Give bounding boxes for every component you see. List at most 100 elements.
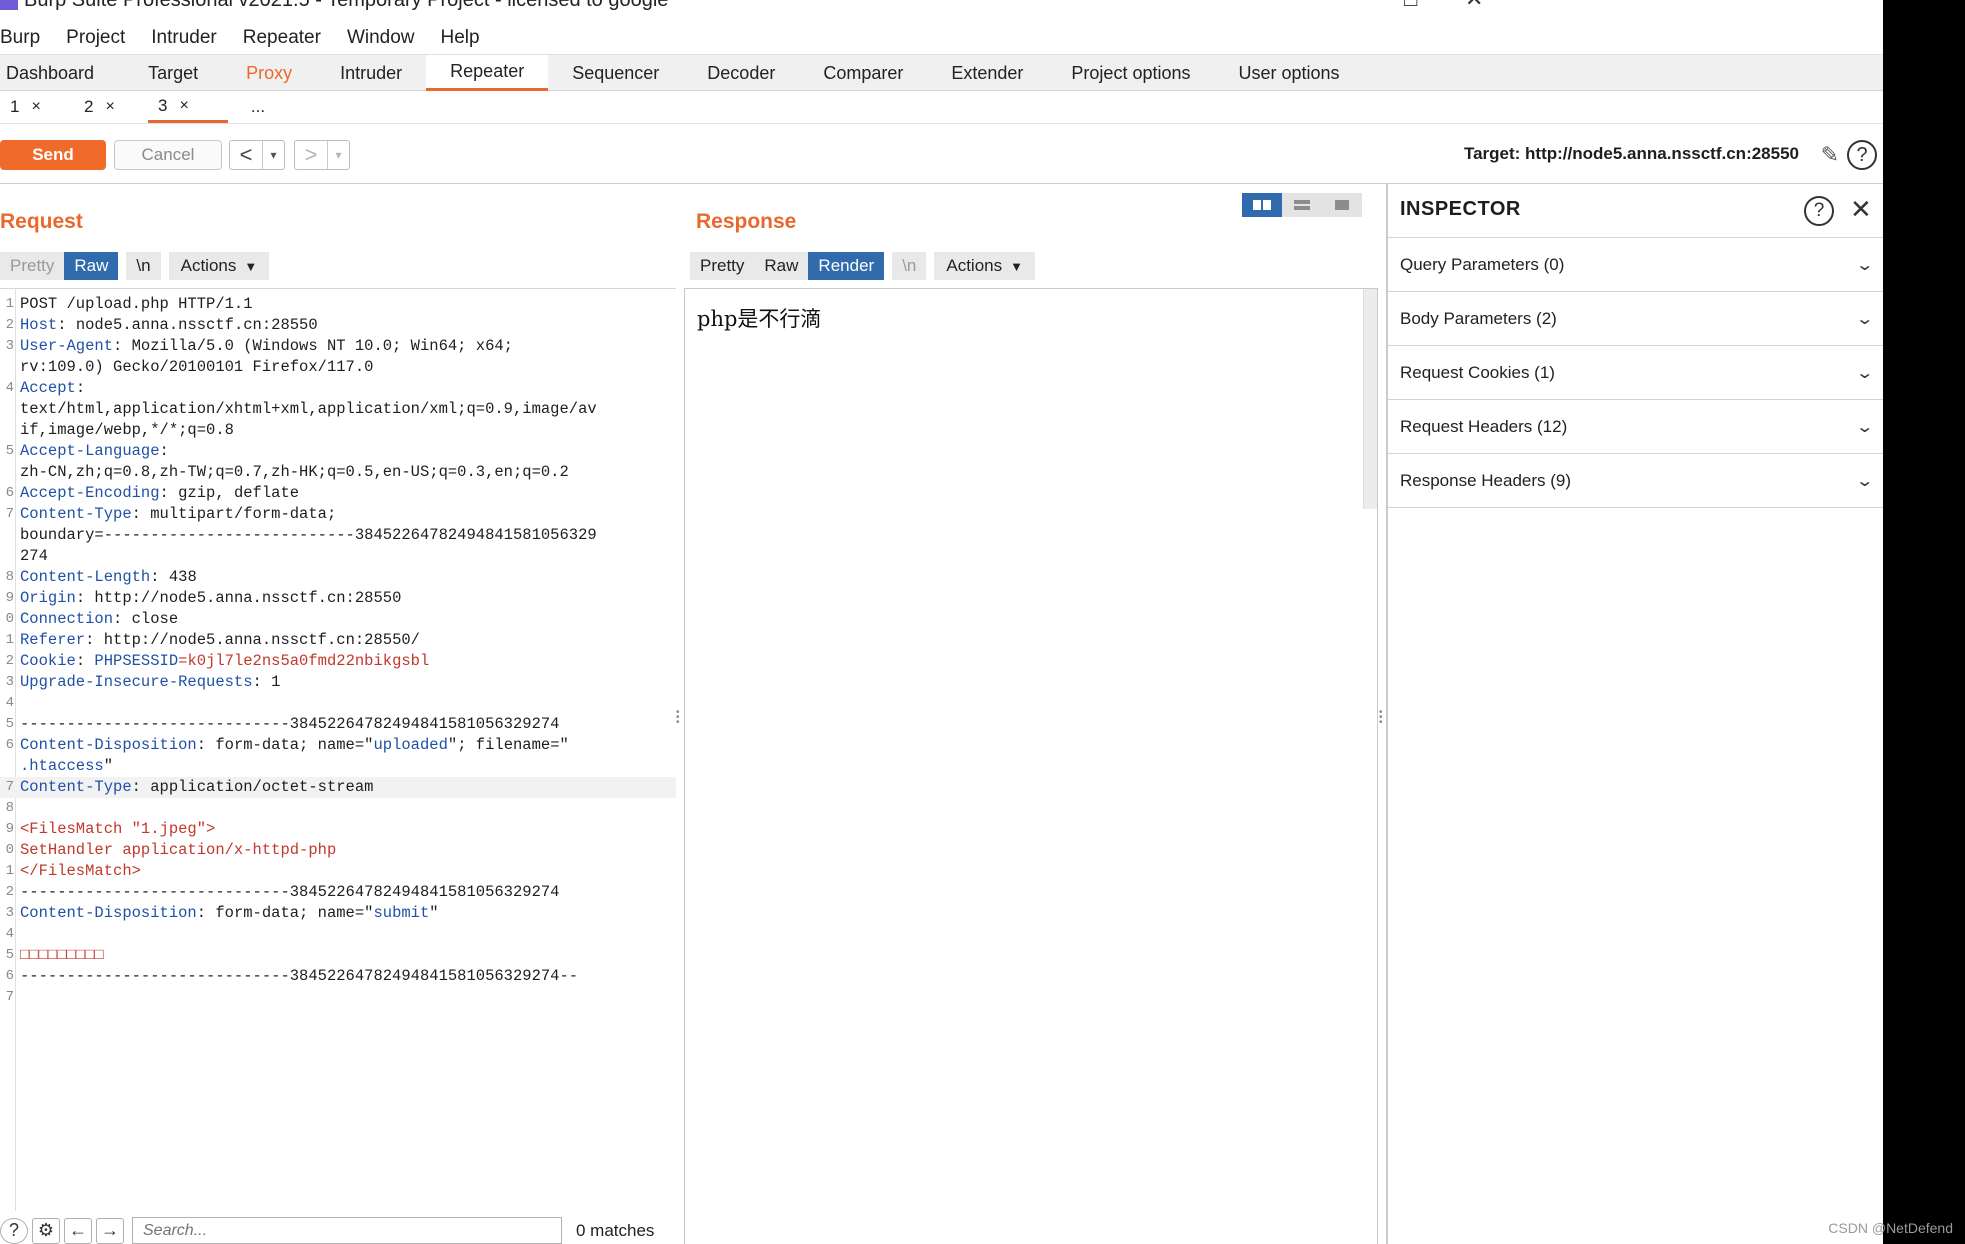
request-line[interactable]: zh-CN,zh;q=0.8,zh-TW;q=0.7,zh-HK;q=0.5,e… <box>0 462 676 483</box>
request-line[interactable]: 4 <box>0 924 676 945</box>
chevron-down-icon[interactable]: ▾ <box>327 141 349 169</box>
request-line[interactable]: 2 Cookie: PHPSESSID=k0jl7le2ns5a0fmd22nbi… <box>0 651 676 672</box>
cancel-button[interactable]: Cancel <box>114 140 222 170</box>
request-line[interactable]: boundary=---------------------------3845… <box>0 525 676 546</box>
inspector-request-headers[interactable]: Request Headers (12) ⌄ <box>1388 400 1883 454</box>
request-line[interactable]: 3 User-Agent: Mozilla/5.0 (Windows NT 10.… <box>0 336 676 357</box>
request-line[interactable]: 274 <box>0 546 676 567</box>
tab-proxy[interactable]: Proxy <box>222 55 316 91</box>
request-line[interactable]: 0 SetHandler application/x-httpd-php <box>0 840 676 861</box>
previous-match-icon[interactable]: ← <box>64 1217 92 1244</box>
request-line[interactable]: 9 <FilesMatch "1.jpeg"> <box>0 819 676 840</box>
tab-decoder[interactable]: Decoder <box>683 55 799 91</box>
request-newline-toggle[interactable]: \n <box>126 252 161 280</box>
code-token: if,image/webp,*/*;q=0.8 <box>20 421 234 439</box>
inspector-response-headers[interactable]: Response Headers (9) ⌄ <box>1388 454 1883 508</box>
request-line[interactable]: 2 -----------------------------3845226478… <box>0 882 676 903</box>
request-line[interactable]: 8 <box>0 798 676 819</box>
menu-repeater[interactable]: Repeater <box>230 27 334 49</box>
response-newline-toggle[interactable]: \n <box>892 252 927 280</box>
close-tab-icon[interactable]: × <box>179 97 188 115</box>
pane-splitter-handle[interactable]: • • • <box>676 708 680 730</box>
request-line[interactable]: 5 -----------------------------3845226478… <box>0 714 676 735</box>
request-line[interactable]: 7 <box>0 987 676 1008</box>
response-raw-tab[interactable]: Raw <box>754 252 809 280</box>
tab-repeater[interactable]: Repeater <box>426 55 549 91</box>
request-line[interactable]: 6 Accept-Encoding: gzip, deflate <box>0 483 676 504</box>
edit-target-icon[interactable]: ✎ <box>1821 142 1839 168</box>
menu-project[interactable]: Project <box>53 27 138 49</box>
request-line[interactable]: .htaccess" <box>0 756 676 777</box>
settings-gear-icon[interactable]: ⚙ <box>32 1217 60 1244</box>
request-line[interactable]: 1 Referer: http://node5.anna.nssctf.cn:28… <box>0 630 676 651</box>
request-line[interactable]: 7 Content-Type: multipart/form-data; <box>0 504 676 525</box>
request-line[interactable]: 1 POST /upload.php HTTP/1.1 <box>0 294 676 315</box>
request-actions-menu[interactable]: Actions ▼ <box>168 252 270 280</box>
request-line[interactable]: 6 Content-Disposition: form-data; name="u… <box>0 735 676 756</box>
menu-intruder[interactable]: Intruder <box>138 27 229 49</box>
response-actions-menu[interactable]: Actions ▼ <box>934 252 1035 280</box>
back-arrow-icon[interactable]: < <box>230 141 262 169</box>
request-line[interactable]: 5 □□□□□□□□□ <box>0 945 676 966</box>
tab-comparer[interactable]: Comparer <box>799 55 927 91</box>
request-line[interactable]: 5 Accept-Language: <box>0 441 676 462</box>
repeater-tab-label: 2 <box>84 97 94 116</box>
help-icon[interactable]: ? <box>1804 196 1834 226</box>
request-line[interactable]: 3 Upgrade-Insecure-Requests: 1 <box>0 672 676 693</box>
send-button[interactable]: Send <box>0 140 106 170</box>
search-input[interactable] <box>132 1217 562 1244</box>
request-line[interactable]: 1 </FilesMatch> <box>0 861 676 882</box>
repeater-tab-3[interactable]: 3 × <box>148 91 228 123</box>
tab-user-options[interactable]: User options <box>1215 55 1364 91</box>
close-icon[interactable]: ✕ <box>1850 194 1872 225</box>
chevron-down-icon[interactable]: ▾ <box>262 141 284 169</box>
tab-project-options[interactable]: Project options <box>1047 55 1214 91</box>
help-icon[interactable]: ? <box>1847 140 1877 170</box>
tab-extender[interactable]: Extender <box>927 55 1047 91</box>
request-line[interactable]: 8 Content-Length: 438 <box>0 567 676 588</box>
layout-side-by-side-icon[interactable] <box>1242 193 1282 217</box>
request-line[interactable]: 2 Host: node5.anna.nssctf.cn:28550 <box>0 315 676 336</box>
repeater-tab-2[interactable]: 2 × <box>74 91 148 123</box>
response-scrollbar[interactable] <box>1363 289 1377 509</box>
repeater-tab-1[interactable]: 1 × <box>0 91 74 123</box>
response-pretty-tab[interactable]: Pretty <box>690 252 755 280</box>
menu-burp[interactable]: Burp <box>0 27 53 49</box>
section-label: Response Headers (9) <box>1400 470 1572 490</box>
request-line[interactable]: 0 Connection: close <box>0 609 676 630</box>
close-window-button[interactable]: ✕ <box>1465 0 1483 12</box>
next-match-icon[interactable]: → <box>96 1217 124 1244</box>
request-raw-tab[interactable]: Raw <box>64 252 119 280</box>
response-render-tab[interactable]: Render <box>808 252 885 280</box>
forward-arrow-icon[interactable]: > <box>295 141 327 169</box>
layout-tabs-icon[interactable] <box>1322 193 1362 217</box>
close-tab-icon[interactable]: × <box>31 98 40 116</box>
request-line[interactable]: 7 Content-Type: application/octet-stream <box>0 777 676 798</box>
help-icon[interactable]: ? <box>0 1217 28 1244</box>
request-line[interactable]: if,image/webp,*/*;q=0.8 <box>0 420 676 441</box>
new-tab-button[interactable]: ... <box>228 91 288 123</box>
request-line[interactable]: 9 Origin: http://node5.anna.nssctf.cn:285… <box>0 588 676 609</box>
request-pretty-tab[interactable]: Pretty <box>0 252 65 280</box>
inspector-body-parameters[interactable]: Body Parameters (2) ⌄ <box>1388 292 1883 346</box>
close-tab-icon[interactable]: × <box>105 98 114 116</box>
menu-help[interactable]: Help <box>428 27 493 49</box>
tab-target[interactable]: Target <box>124 55 222 91</box>
request-line[interactable]: rv:109.0) Gecko/20100101 Firefox/117.0 <box>0 357 676 378</box>
tab-intruder[interactable]: Intruder <box>316 55 426 91</box>
inspector-query-parameters[interactable]: Query Parameters (0) ⌄ <box>1388 238 1883 292</box>
pane-splitter-handle[interactable]: • • • <box>1379 708 1383 730</box>
layout-top-bottom-icon[interactable] <box>1282 193 1322 217</box>
request-line[interactable]: 3 Content-Disposition: form-data; name="s… <box>0 903 676 924</box>
request-raw-text[interactable]: 1 POST /upload.php HTTP/1.1 2 Host: node5.a… <box>0 294 676 1008</box>
inspector-request-cookies[interactable]: Request Cookies (1) ⌄ <box>1388 346 1883 400</box>
menu-window[interactable]: Window <box>334 27 428 49</box>
tab-dashboard[interactable]: Dashboard <box>0 55 124 91</box>
request-line[interactable]: 4 <box>0 693 676 714</box>
request-line[interactable]: 6 -----------------------------3845226478… <box>0 966 676 987</box>
tab-sequencer[interactable]: Sequencer <box>548 55 683 91</box>
request-editor[interactable]: 1 POST /upload.php HTTP/1.1 2 Host: node5.a… <box>0 288 676 1211</box>
maximize-button[interactable]: □ <box>1404 0 1417 12</box>
request-line[interactable]: 4 Accept: <box>0 378 676 399</box>
request-line[interactable]: text/html,application/xhtml+xml,applicat… <box>0 399 676 420</box>
